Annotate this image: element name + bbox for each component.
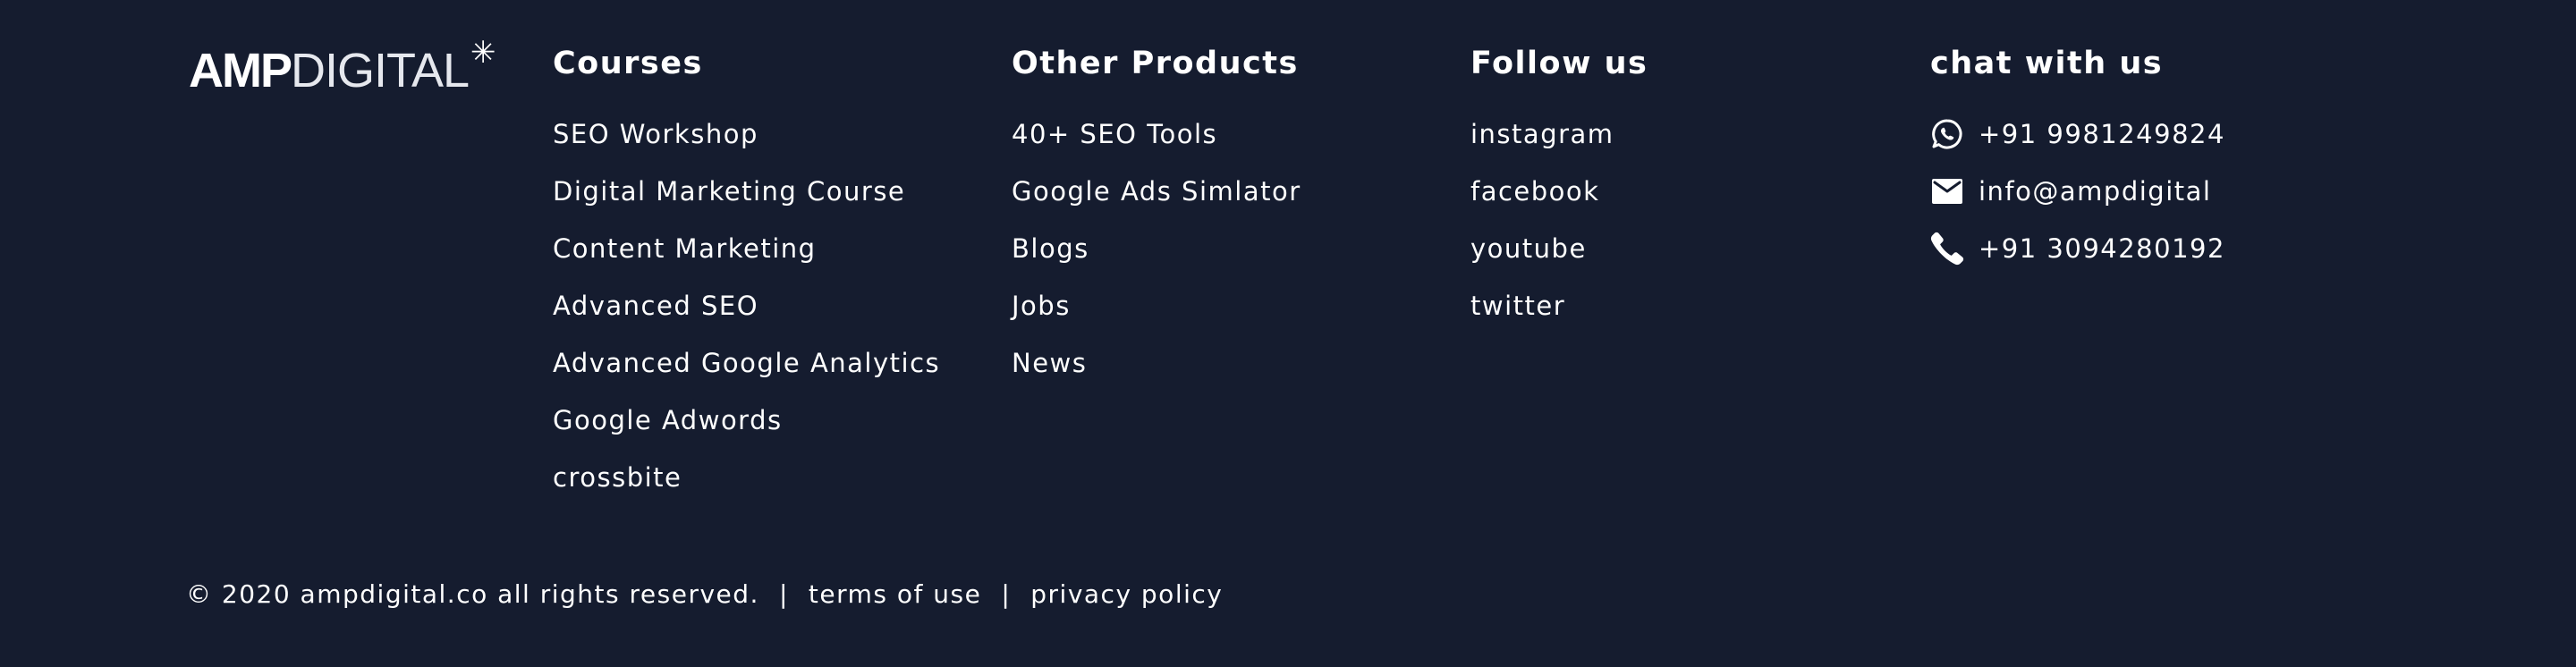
mail-icon bbox=[1930, 174, 1964, 208]
courses-list: SEO Workshop Digital Marketing Course Co… bbox=[553, 106, 940, 506]
follow-us-heading: Follow us bbox=[1470, 46, 1648, 81]
chat-with-us-heading: chat with us bbox=[1930, 46, 2164, 81]
courses-link-advanced-seo[interactable]: Advanced SEO bbox=[553, 277, 940, 334]
courses-link-digital-marketing[interactable]: Digital Marketing Course bbox=[553, 163, 940, 220]
courses-link-seo-workshop[interactable]: SEO Workshop bbox=[553, 106, 940, 163]
separator: | bbox=[1001, 579, 1012, 609]
footer-bottom-bar: © 2020 ampdigital.co all rights reserved… bbox=[186, 572, 1223, 617]
copyright-text: © 2020 ampdigital.co all rights reserved… bbox=[186, 579, 759, 609]
site-footer: AMP DIGITAL ✳ Courses SEO Workshop Digit… bbox=[0, 0, 2576, 667]
follow-us-list: instagram facebook youtube twitter bbox=[1470, 106, 1648, 334]
whatsapp-icon bbox=[1930, 117, 1964, 151]
products-link-blogs[interactable]: Blogs bbox=[1012, 220, 1301, 277]
terms-of-use-link[interactable]: terms of use bbox=[809, 572, 981, 617]
courses-heading: Courses bbox=[553, 46, 703, 81]
phone-icon bbox=[1930, 232, 1964, 266]
other-products-heading: Other Products bbox=[1012, 46, 1299, 81]
ampdigital-logo[interactable]: AMP DIGITAL ✳ bbox=[189, 38, 496, 97]
courses-link-content-marketing[interactable]: Content Marketing bbox=[553, 220, 940, 277]
courses-link-advanced-google-analytics[interactable]: Advanced Google Analytics bbox=[553, 334, 940, 392]
products-link-jobs[interactable]: Jobs bbox=[1012, 277, 1301, 334]
contact-whatsapp[interactable]: +91 9981249824 bbox=[1930, 106, 2225, 163]
contact-email-address: info@ampdigital bbox=[1979, 176, 2212, 207]
products-link-seo-tools[interactable]: 40+ SEO Tools bbox=[1012, 106, 1301, 163]
social-link-facebook[interactable]: facebook bbox=[1470, 163, 1648, 220]
privacy-policy-link[interactable]: privacy policy bbox=[1030, 572, 1223, 617]
products-link-google-ads-simulator[interactable]: Google Ads Simlator bbox=[1012, 163, 1301, 220]
other-products-list: 40+ SEO Tools Google Ads Simlator Blogs … bbox=[1012, 106, 1301, 392]
social-link-instagram[interactable]: instagram bbox=[1470, 106, 1648, 163]
courses-link-crossbite[interactable]: crossbite bbox=[553, 449, 940, 506]
contact-list: +91 9981249824 info@ampdigital +91 30942… bbox=[1930, 106, 2225, 277]
courses-link-google-adwords[interactable]: Google Adwords bbox=[553, 392, 940, 449]
chat-with-us-column: chat with us +91 9981249824 info@ampdigi… bbox=[1930, 41, 2225, 277]
social-link-twitter[interactable]: twitter bbox=[1470, 277, 1648, 334]
follow-us-column: Follow us instagram facebook youtube twi… bbox=[1470, 41, 1648, 334]
contact-phone[interactable]: +91 3094280192 bbox=[1930, 220, 2225, 277]
social-link-youtube[interactable]: youtube bbox=[1470, 220, 1648, 277]
courses-column: Courses SEO Workshop Digital Marketing C… bbox=[553, 41, 940, 506]
contact-email[interactable]: info@ampdigital bbox=[1930, 163, 2225, 220]
contact-phone-number: +91 3094280192 bbox=[1979, 233, 2225, 264]
other-products-column: Other Products 40+ SEO Tools Google Ads … bbox=[1012, 41, 1301, 392]
logo-star-icon: ✳ bbox=[470, 35, 496, 71]
contact-whatsapp-number: +91 9981249824 bbox=[1979, 119, 2225, 149]
products-link-news[interactable]: News bbox=[1012, 334, 1301, 392]
logo-text-digital: DIGITAL bbox=[291, 44, 470, 97]
separator: | bbox=[778, 579, 789, 609]
logo-text-amp: AMP bbox=[189, 44, 292, 97]
